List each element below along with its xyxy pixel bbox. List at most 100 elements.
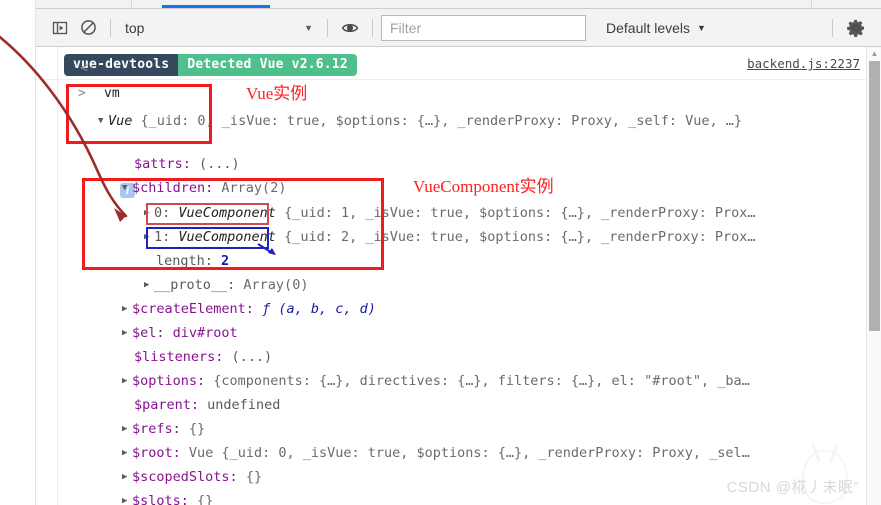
- expand-triangle-icon[interactable]: ▶: [122, 304, 132, 314]
- badge-message-label: Detected Vue v2.6.12: [178, 54, 357, 76]
- tree-row-key: $root:: [132, 445, 181, 461]
- tree-row-key: $slots:: [132, 493, 189, 505]
- tree-row-scopedslots[interactable]: ▶ $scopedSlots: {}: [122, 469, 263, 485]
- tree-row-value: ƒ (a, b, c, d): [262, 301, 376, 317]
- tree-row-value: 2: [221, 253, 230, 269]
- object-root-preview: {_uid: 0, _isVue: true, $options: {…}, _…: [140, 113, 742, 129]
- tree-row-slots[interactable]: ▶ $slots: {}: [122, 493, 214, 505]
- vue-devtools-badge: vue-devtools Detected Vue v2.6.12: [64, 54, 357, 76]
- annotation-label-vuecomponent-instance: VueComponent实例: [413, 177, 554, 196]
- expand-triangle-icon[interactable]: ▶: [122, 448, 132, 458]
- tree-row-value: Array(2): [221, 180, 287, 196]
- tree-row-length: length: 2: [156, 253, 230, 269]
- log-levels-label: Default levels: [606, 19, 691, 36]
- panel-tab-sources[interactable]: Sources: [254, 0, 294, 3]
- tree-row-detail: {_uid: 2, _isVue: true, $options: {…}, _…: [284, 229, 756, 245]
- tree-row-value: Array(0): [243, 277, 309, 293]
- tree-row-index: 1:: [154, 229, 171, 245]
- tree-row-root[interactable]: ▶ $root: Vue {_uid: 0, _isVue: true, $opt…: [122, 445, 750, 461]
- tree-row-key: $createElement:: [132, 301, 254, 317]
- tree-row-attrs[interactable]: $attrs: (...): [134, 156, 240, 172]
- left-rail: [0, 0, 36, 505]
- tree-row-value[interactable]: (...): [199, 156, 240, 172]
- console-log-row-vue-devtools: vue-devtools Detected Vue v2.6.12 backen…: [36, 52, 866, 80]
- tabbar-divider-left: [131, 0, 132, 8]
- toolbar-divider-2: [327, 18, 328, 37]
- tree-row-key: $refs:: [132, 421, 181, 437]
- object-root-line[interactable]: ▼ Vue {_uid: 0, _isVue: true, $options: {…: [98, 113, 742, 129]
- filter-input[interactable]: [381, 14, 586, 41]
- tree-row-key: $scopedSlots:: [132, 469, 238, 485]
- tree-row-value[interactable]: (...): [232, 349, 273, 365]
- console-messages: vue-devtools Detected Vue v2.6.12 backen…: [36, 47, 866, 505]
- chevron-down-icon: ▼: [304, 22, 313, 33]
- execution-context-select[interactable]: top ▼: [119, 16, 319, 40]
- devtools-panel-tabbar[interactable]: Elements Console Sources Network Perform…: [36, 0, 881, 9]
- tree-row-listeners[interactable]: $listeners: (...): [134, 349, 273, 365]
- annotation-label-vue-instance: Vue实例: [246, 84, 308, 103]
- toolbar-divider-1: [110, 18, 111, 37]
- tree-row-key: $children:: [132, 180, 214, 196]
- tree-row-options[interactable]: ▶ $options: {components: {…}, directives:…: [122, 373, 750, 389]
- tree-row-classname: VueComponent: [178, 205, 276, 221]
- clear-console-icon[interactable]: [74, 14, 102, 42]
- tabbar-divider-right: [811, 0, 812, 8]
- scroll-up-arrow-icon[interactable]: ▲: [867, 47, 881, 60]
- annotation-blue-arrow: [257, 243, 276, 255]
- expand-triangle-icon[interactable]: ▼: [122, 183, 132, 193]
- panel-tab-network[interactable]: Network: [336, 0, 376, 3]
- console-message-list[interactable]: vue-devtools Detected Vue v2.6.12 backen…: [36, 47, 881, 505]
- tree-row-key: length:: [156, 253, 213, 269]
- tree-row-index: 0:: [154, 205, 171, 221]
- tree-row-value[interactable]: div#root: [173, 325, 238, 341]
- panel-tab-performance[interactable]: Performance: [456, 0, 519, 3]
- scrollbar-thumb[interactable]: [869, 61, 880, 331]
- tree-row-refs[interactable]: ▶ $refs: {}: [122, 421, 206, 437]
- tree-row-value: {components: {…}, directives: {…}, filte…: [213, 373, 750, 389]
- expand-triangle-icon[interactable]: ▶: [144, 280, 154, 290]
- toolbar-divider-3: [372, 18, 373, 37]
- tree-row-value: {}: [188, 421, 206, 437]
- panel-tab-elements[interactable]: Elements: [50, 0, 96, 3]
- expand-triangle-icon[interactable]: ▶: [122, 424, 132, 434]
- expand-triangle-icon[interactable]: ▶: [122, 376, 132, 386]
- tree-row-proto[interactable]: ▶ __proto__: Array(0): [144, 277, 309, 293]
- expand-triangle-icon[interactable]: ▼: [98, 116, 108, 126]
- console-toolbar: top ▼ Default levels ▼: [36, 9, 881, 47]
- show-console-sidebar-icon[interactable]: [46, 14, 74, 42]
- live-expression-eye-icon[interactable]: [336, 14, 364, 42]
- tree-row-key: $options:: [132, 373, 206, 389]
- tree-row-value: undefined: [207, 397, 281, 413]
- execution-context-value: top: [125, 19, 145, 36]
- expand-triangle-icon[interactable]: ▶: [144, 208, 154, 218]
- output-prompt-icon: <·: [80, 61, 96, 76]
- tree-row-value: {}: [245, 469, 263, 485]
- active-tab-underline: [162, 5, 270, 8]
- panel-tab-console[interactable]: Console: [166, 0, 206, 3]
- gear-icon[interactable]: [841, 13, 871, 43]
- devtools-window: Elements Console Sources Network Perform…: [0, 0, 881, 505]
- tree-row-createelement[interactable]: ▶ $createElement: ƒ (a, b, c, d): [122, 301, 376, 317]
- tree-row-key: $attrs:: [134, 156, 191, 172]
- expand-triangle-icon[interactable]: ▶: [122, 328, 132, 338]
- source-link-backendjs[interactable]: backend.js:2237: [747, 57, 860, 71]
- tree-row-value: {}: [197, 493, 214, 505]
- tree-row-key: $el:: [132, 325, 165, 341]
- console-input-row[interactable]: > vm: [36, 83, 866, 109]
- expand-triangle-icon[interactable]: ▶: [122, 496, 132, 505]
- object-root-classname: Vue: [108, 113, 133, 129]
- console-input-text[interactable]: vm: [104, 87, 120, 100]
- tree-row-key: $listeners:: [134, 349, 224, 365]
- tree-row-el[interactable]: ▶ $el: div#root: [122, 325, 238, 341]
- tree-row-child-1[interactable]: ▶ 1: VueComponent {_uid: 2, _isVue: true,…: [144, 229, 756, 245]
- tree-row-children[interactable]: ▼ $children: Array(2): [122, 180, 287, 196]
- tree-row-child-0[interactable]: ▶ 0: VueComponent {_uid: 1, _isVue: true,…: [144, 205, 756, 221]
- chevron-down-icon: ▼: [697, 22, 706, 33]
- expand-triangle-icon[interactable]: ▶: [122, 472, 132, 482]
- console-scrollbar[interactable]: ▲: [866, 47, 881, 505]
- tree-row-value: Vue {_uid: 0, _isVue: true, $options: {……: [188, 445, 750, 461]
- toolbar-divider-4: [832, 18, 833, 37]
- tree-row-key: $parent:: [134, 397, 200, 413]
- log-levels-select[interactable]: Default levels ▼: [598, 16, 714, 40]
- expand-triangle-icon[interactable]: ▶: [144, 232, 154, 242]
